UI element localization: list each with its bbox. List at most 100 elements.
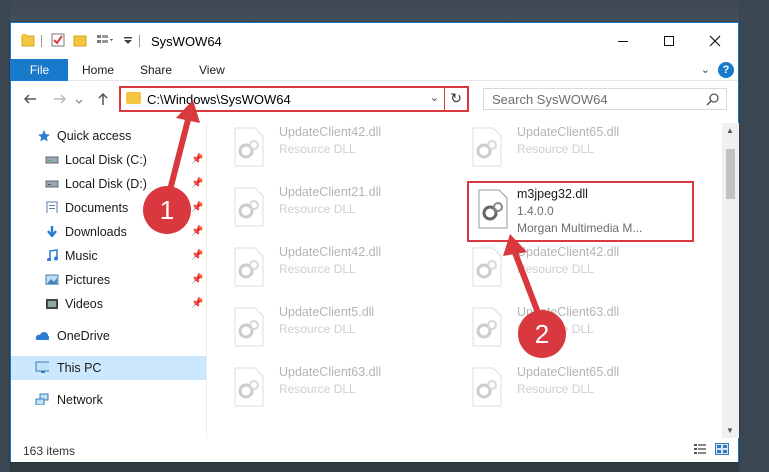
sidebar-item-label: Downloads (65, 225, 127, 239)
file-item-m3jpeg32[interactable]: m3jpeg32.dll 1.4.0.0 Morgan Multimedia M… (475, 185, 705, 243)
dll-file-icon (472, 247, 502, 287)
sidebar-item-label: Documents (65, 201, 129, 215)
scroll-down-icon[interactable]: ▼ (726, 426, 734, 435)
dll-file-icon (472, 367, 502, 407)
pin-icon[interactable]: 📌 (191, 202, 203, 213)
sidebar-item-label: Music (65, 249, 98, 263)
sidebar-item-this-pc[interactable]: This PC (11, 356, 206, 380)
network-icon (35, 393, 49, 405)
help-button[interactable]: ? (718, 62, 734, 78)
item-count: 163 items (23, 444, 76, 458)
tab-home[interactable]: Home (82, 59, 114, 81)
chevron-down-icon[interactable]: ⌄ (430, 91, 439, 104)
sidebar-item-local-disk-c[interactable]: Local Disk (C:) 📌 (11, 148, 206, 172)
file-name: m3jpeg32.dll (517, 187, 588, 201)
dll-file-icon (478, 189, 508, 229)
sidebar-item-pictures[interactable]: Pictures 📌 (11, 268, 206, 292)
sidebar-item-label: Videos (65, 297, 103, 311)
forward-arrow-icon (54, 94, 67, 104)
title-bar: SysWOW64 (11, 23, 738, 59)
music-icon (47, 249, 58, 261)
pin-icon[interactable]: 📌 (191, 274, 203, 285)
file-name: UpdateClient42.dll (279, 245, 382, 259)
file-item[interactable]: UpdateClient65.dll Resource DLL (469, 363, 699, 421)
drive-icon (45, 156, 59, 164)
file-item[interactable]: UpdateClient5.dll Resource DLL (231, 303, 461, 361)
scroll-up-icon[interactable]: ▲ (726, 126, 734, 135)
pin-icon[interactable]: 📌 (191, 250, 203, 261)
maximize-button[interactable] (646, 23, 692, 59)
minimize-icon (618, 41, 628, 42)
sidebar-item-music[interactable]: Music 📌 (11, 244, 206, 268)
tab-file[interactable]: File (11, 59, 68, 81)
pin-icon[interactable]: 📌 (191, 226, 203, 237)
dll-file-icon (472, 307, 502, 347)
file-list: UpdateClient42.dll Resource DLL UpdateCl… (211, 123, 721, 438)
expand-ribbon-icon[interactable]: ⌄ (701, 63, 710, 76)
step-badge-2: 2 (518, 310, 566, 358)
separator (41, 35, 42, 47)
star-icon (38, 130, 50, 141)
forward-button[interactable] (53, 92, 67, 110)
file-item[interactable]: UpdateClient21.dll Resource DLL (231, 183, 461, 241)
large-icons-view-icon[interactable] (715, 443, 729, 455)
tab-share[interactable]: Share (140, 59, 172, 81)
file-item[interactable]: UpdateClient42.dll Resource DLL (469, 243, 699, 301)
file-item[interactable]: UpdateClient65.dll Resource DLL (469, 123, 699, 181)
tab-view[interactable]: View (199, 59, 225, 81)
dll-file-icon (472, 127, 502, 167)
search-input[interactable]: Search SysWOW64 (483, 88, 727, 110)
back-button[interactable] (23, 92, 37, 110)
sidebar-item-videos[interactable]: Videos 📌 (11, 292, 206, 316)
pin-icon[interactable]: 📌 (191, 298, 203, 309)
sidebar-item-label: Quick access (57, 129, 132, 143)
file-item[interactable]: UpdateClient42.dll Resource DLL (231, 123, 461, 181)
status-bar: 163 items (11, 438, 738, 462)
scrollbar-thumb[interactable] (726, 149, 735, 199)
customize-toolbar-icon[interactable] (123, 33, 137, 47)
view-options-icon[interactable] (96, 33, 113, 47)
search-placeholder: Search SysWOW64 (492, 92, 608, 107)
dll-file-icon (234, 367, 264, 407)
new-folder-icon[interactable] (73, 33, 87, 47)
dll-file-icon (234, 127, 264, 167)
details-view-icon[interactable] (693, 443, 707, 455)
folder-icon[interactable] (21, 33, 35, 47)
close-button[interactable] (692, 23, 738, 59)
separator (444, 88, 445, 110)
sidebar-item-quick-access[interactable]: Quick access (11, 124, 206, 148)
file-description: Resource DLL (517, 142, 594, 156)
file-name: UpdateClient5.dll (279, 305, 375, 319)
file-name: UpdateClient42.dll (517, 245, 620, 259)
up-arrow-icon (98, 92, 108, 105)
properties-icon[interactable] (51, 33, 65, 47)
desktop-background (739, 0, 769, 472)
separator (139, 35, 140, 47)
sidebar-item-label: Local Disk (C:) (65, 153, 147, 167)
refresh-icon[interactable]: ↻ (450, 90, 462, 107)
file-description: Resource DLL (517, 382, 594, 396)
pin-icon[interactable]: 📌 (191, 154, 203, 165)
file-item[interactable]: UpdateClient63.dll Resource DLL (231, 363, 461, 421)
search-icon[interactable] (706, 92, 720, 106)
up-button[interactable] (96, 92, 110, 110)
navigation-bar: C:\Windows\SysWOW64 ⌄ ↻ Search SysWOW64 (11, 81, 738, 119)
ribbon-tabs: File Home Share View ⌄ ? (11, 59, 738, 81)
file-name: UpdateClient42.dll (279, 125, 382, 139)
pane-divider[interactable] (206, 123, 207, 438)
documents-icon (46, 201, 58, 213)
pin-icon[interactable]: 📌 (191, 178, 203, 189)
file-description: Resource DLL (279, 322, 356, 336)
recent-locations-button[interactable] (75, 94, 83, 110)
file-item[interactable]: UpdateClient63.dll Resource DLL (469, 303, 699, 361)
sidebar-item-label: Network (57, 393, 103, 407)
dll-file-icon (234, 247, 264, 287)
minimize-button[interactable] (600, 23, 646, 59)
file-item[interactable]: UpdateClient42.dll Resource DLL (231, 243, 461, 301)
address-path: C:\Windows\SysWOW64 (147, 92, 291, 107)
sidebar-item-network[interactable]: Network (11, 388, 206, 412)
sidebar-item-onedrive[interactable]: OneDrive (11, 324, 206, 348)
vertical-scrollbar[interactable]: ▲ ▼ (722, 123, 739, 438)
address-bar[interactable]: C:\Windows\SysWOW64 ⌄ ↻ (119, 86, 469, 112)
videos-icon (46, 299, 58, 309)
